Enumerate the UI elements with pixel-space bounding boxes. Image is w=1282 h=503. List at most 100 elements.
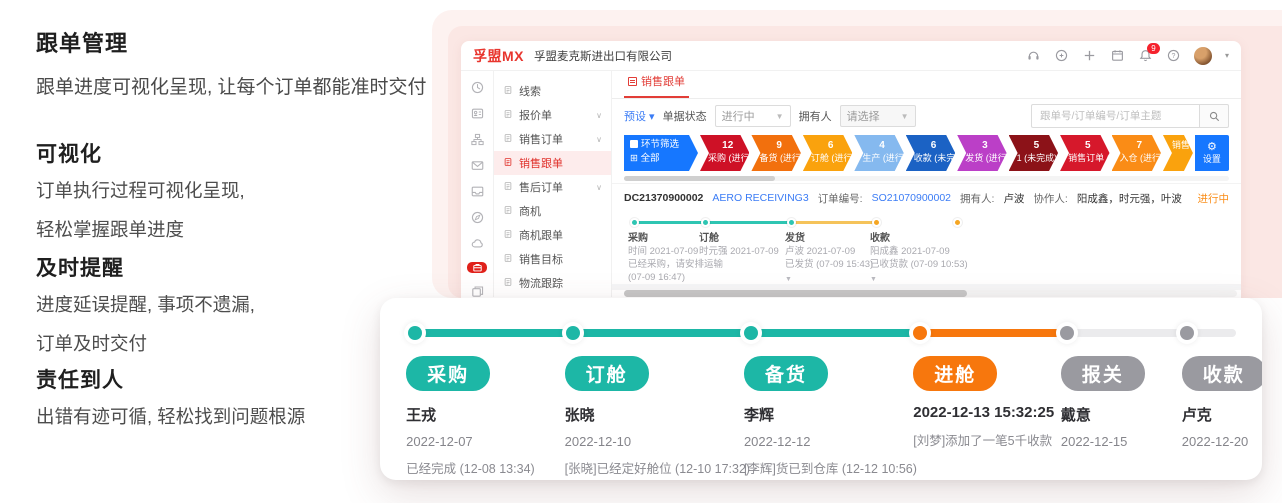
horizontal-scrollbar-thumb[interactable]	[624, 290, 967, 297]
timeline-node[interactable]	[701, 218, 710, 227]
stage-node-进舱[interactable]	[913, 326, 927, 340]
feature-section: 及时提醒 进度延误提醒, 事项不遗漏, 订单及时交付	[36, 252, 255, 360]
stage-pill: 报关	[1061, 356, 1145, 391]
flow-stage-销售[interactable]: 销售	[1163, 135, 1193, 171]
flow-stage-采购 (进行中)[interactable]: 12采购 (进行中)	[700, 135, 749, 171]
stage-date: 2022-12-10	[565, 434, 750, 449]
sidebar-item-报价单[interactable]: 报价单∨	[494, 103, 611, 127]
mail-icon[interactable]	[470, 158, 485, 173]
order-no-link[interactable]: SO21070900002	[872, 192, 951, 204]
cloud-icon[interactable]	[470, 236, 485, 251]
stage-date: 2022-12-12	[744, 434, 917, 449]
dashboard-icon[interactable]	[470, 80, 485, 95]
flow-stage-1 (未完成)[interactable]: 51 (未完成)	[1009, 135, 1058, 171]
sidebar-item-商机[interactable]: 商机	[494, 199, 611, 223]
flow-stage-收款 (未完成)[interactable]: 6收款 (未完成)	[906, 135, 955, 171]
sidebar-item-物流跟踪[interactable]: 物流跟踪	[494, 271, 611, 295]
step-name: 订舱	[699, 232, 799, 245]
timeline-track	[406, 326, 1236, 340]
header-icons: 9? ▾	[1026, 47, 1229, 65]
flow-stage-发货 (进行中)[interactable]: 3发货 (进行中)	[957, 135, 1006, 171]
compass-icon[interactable]	[470, 210, 485, 225]
stage-node-备货[interactable]	[744, 326, 758, 340]
checkbox-icon[interactable]	[630, 140, 638, 148]
stage-flow-strip: 环节筛选 ⊞ 全部12采购 (进行中)9备货 (进行中)6订舱 (进行中)4生产…	[624, 135, 1229, 171]
flow-stage-入仓 (进行中)[interactable]: 7入仓 (进行中)	[1112, 135, 1161, 171]
sidebar-item-销售跟单[interactable]: 销售跟单	[494, 151, 611, 175]
sidebar-item-label: 线索	[519, 83, 541, 99]
stage-node-报关[interactable]	[1060, 326, 1074, 340]
collaborator-names: 阳成鑫，时元强，叶波	[1077, 191, 1182, 206]
feature-heading: 可视化	[36, 138, 245, 168]
feature-line: 轻松掌握跟单进度	[36, 213, 245, 246]
help-icon[interactable]: ?	[1166, 48, 1181, 63]
chevron-down-icon[interactable]: ∨	[596, 135, 602, 144]
sidebar-item-销售订单[interactable]: 销售订单∨	[494, 127, 611, 151]
chevron-down-icon[interactable]: ∨	[596, 111, 602, 120]
preset-dropdown[interactable]: 预设 ▾	[624, 108, 655, 124]
flow-stage-备货 (进行中)[interactable]: 9备货 (进行中)	[751, 135, 800, 171]
sidebar-item-售后订单[interactable]: 售后订单 ∨	[494, 175, 611, 199]
flow-stage-生产 (进行中)[interactable]: 4生产 (进行中)	[854, 135, 903, 171]
stage-node-采购[interactable]	[408, 326, 422, 340]
plus-icon[interactable]	[1082, 48, 1097, 63]
stage-owner: 张晓	[565, 404, 750, 425]
progress-teal	[406, 329, 915, 337]
tab-sales-tracking[interactable]: 销售跟单	[624, 73, 689, 98]
stage-备货: 备货李辉2022-12-12[李辉]货已到仓库 (12-12 10:56)	[744, 356, 917, 477]
flow-scrollbar-thumb[interactable]	[624, 176, 775, 181]
contact-card-icon[interactable]	[470, 106, 485, 121]
chat-icon[interactable]	[1054, 48, 1069, 63]
flow-filter-block[interactable]: 环节筛选 ⊞ 全部	[624, 135, 698, 171]
timeline-node[interactable]	[630, 218, 639, 227]
stage-date: 2022-12-20	[1182, 434, 1262, 449]
copy-icon[interactable]	[470, 284, 485, 298]
search-input[interactable]	[1031, 104, 1199, 128]
order-status-link[interactable]: 进行中	[1198, 191, 1230, 206]
sidebar-item-label: 售后订单	[519, 179, 563, 195]
search-button[interactable]	[1199, 104, 1229, 128]
stage-node-收款[interactable]	[1180, 326, 1194, 340]
timeline-node[interactable]	[872, 218, 881, 227]
calendar-icon[interactable]	[1110, 48, 1125, 63]
grid-icon: ⊞	[630, 153, 638, 164]
timeline-node[interactable]	[787, 218, 796, 227]
owner-name: 卢波	[1003, 191, 1024, 206]
customer-link[interactable]: AERO RECEIVING3	[712, 192, 808, 204]
expand-caret-icon[interactable]: ▼	[870, 273, 970, 286]
icon-rail	[461, 71, 494, 297]
sidebar-item-商机跟单[interactable]: 商机跟单	[494, 223, 611, 247]
notification-badge: 9	[1147, 43, 1160, 54]
left-panel: 跟单管理 跟单进度可视化呈现, 让每个订单都能准时交付 可视化 订单执行过程可视…	[36, 26, 456, 99]
order-code: DC21370900002	[624, 192, 703, 204]
order-row: DC21370900002AERO RECEIVING3订单编号:SO21070…	[612, 183, 1241, 280]
sidebar-item-label: 物流跟踪	[519, 275, 563, 291]
flow-stage-订舱 (进行中)[interactable]: 6订舱 (进行中)	[803, 135, 852, 171]
flow-settings-button[interactable]: ⚙设置	[1195, 135, 1229, 171]
headset-icon[interactable]	[1026, 48, 1041, 63]
sidebar-item-label: 销售跟单	[519, 155, 563, 171]
doc-icon	[503, 133, 513, 146]
stage-node-订舱[interactable]	[566, 326, 580, 340]
timeline-node[interactable]	[953, 218, 962, 227]
flow-stage-销售订单 (进行中)[interactable]: 5销售订单 (进行中)	[1060, 135, 1109, 171]
doc-icon	[503, 109, 513, 122]
stage-owner: 2022-12-13 15:32:25	[913, 404, 1054, 421]
progress-orange	[915, 329, 1062, 337]
stage-date: 2022-12-15	[1061, 434, 1145, 449]
stage-label: 销售订单 (进行中)	[1068, 153, 1109, 163]
inbox-icon[interactable]	[470, 184, 485, 199]
briefcase-icon-active[interactable]	[467, 262, 487, 273]
chevron-down-icon[interactable]: ∨	[596, 183, 602, 192]
doc-icon	[503, 277, 513, 290]
owner-label: 拥有人:	[960, 191, 994, 206]
timeline-stages: 采购王戎2022-12-07已经完成 (12-08 13:34)订舱张晓2022…	[404, 356, 1238, 476]
bell-icon[interactable]: 9	[1138, 48, 1153, 63]
sidebar-item-线索[interactable]: 线索	[494, 79, 611, 103]
user-avatar[interactable]	[1194, 47, 1212, 65]
sidebar-item-销售目标[interactable]: 销售目标	[494, 247, 611, 271]
avatar-caret-icon[interactable]: ▾	[1225, 51, 1229, 60]
org-icon[interactable]	[470, 132, 485, 147]
status-select[interactable]: 进行中▼	[715, 105, 791, 127]
owner-select[interactable]: 请选择▼	[840, 105, 916, 127]
